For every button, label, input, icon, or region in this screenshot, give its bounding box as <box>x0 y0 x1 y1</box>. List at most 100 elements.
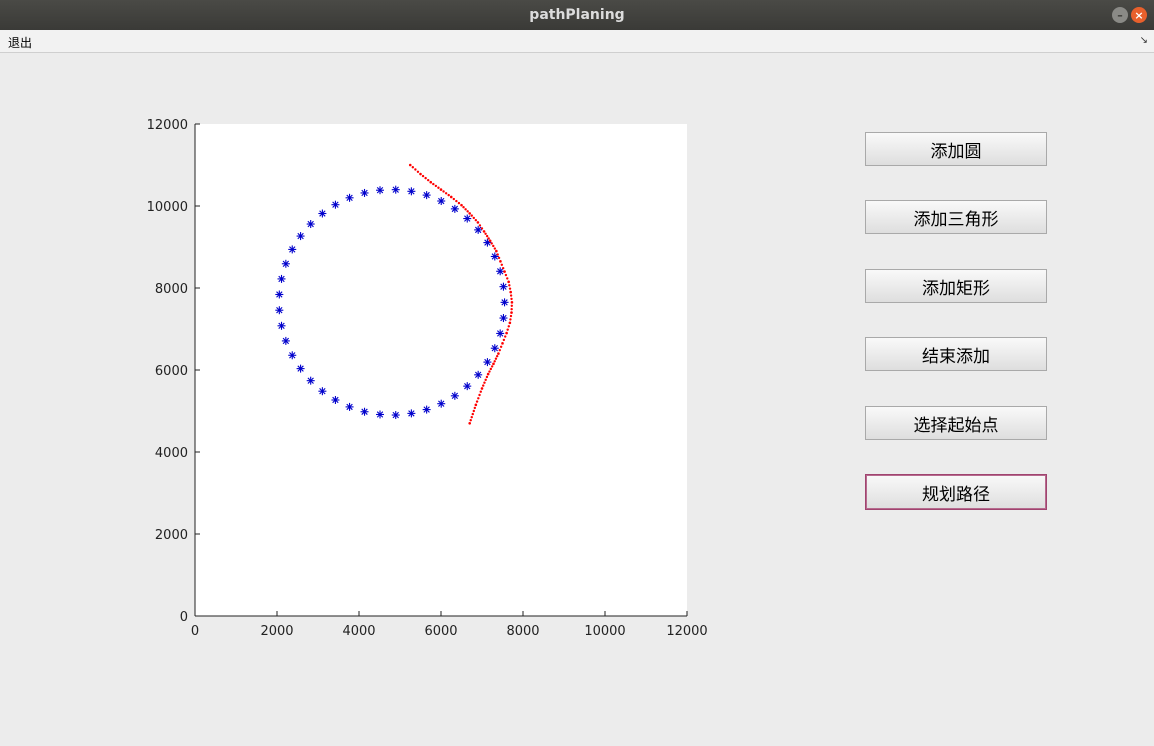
path-point <box>426 178 430 182</box>
y-tick-label: 4000 <box>155 446 188 461</box>
x-tick-label: 2000 <box>260 624 293 639</box>
obstacle-point <box>450 391 459 400</box>
path-point <box>500 263 504 266</box>
obstacle-point <box>496 329 505 338</box>
path-point <box>498 348 501 352</box>
path-point <box>472 409 475 413</box>
path-point <box>478 224 482 227</box>
path-point <box>509 314 513 318</box>
obstacle-point <box>281 336 290 345</box>
path-point <box>455 199 458 203</box>
obstacle-point <box>463 382 472 391</box>
path-point <box>484 232 487 235</box>
path-point <box>510 307 513 311</box>
path-point <box>474 403 478 407</box>
select-start-point-button[interactable]: 选择起始点 <box>865 406 1047 440</box>
path-point <box>480 227 484 230</box>
obstacle-point <box>318 209 327 218</box>
obstacle-point <box>296 232 305 241</box>
path-point <box>493 360 496 363</box>
x-tick-label: 0 <box>191 624 199 639</box>
obstacle-point <box>463 214 472 223</box>
x-tick-label: 10000 <box>584 624 625 639</box>
x-tick-label: 6000 <box>424 624 457 639</box>
obstacle-point <box>437 197 446 206</box>
path-point <box>488 239 492 243</box>
path-point <box>411 166 415 169</box>
obstacle-point <box>500 298 509 307</box>
path-point <box>509 318 512 321</box>
path-point <box>509 294 513 297</box>
path-point <box>470 415 473 419</box>
path-point <box>475 400 479 403</box>
obstacle-point <box>288 351 297 360</box>
path-point <box>457 201 461 205</box>
obstacle-point <box>275 290 284 299</box>
path-point <box>492 362 495 366</box>
path-point <box>416 170 420 173</box>
path-point <box>437 186 440 189</box>
path-point <box>429 180 433 184</box>
obstacle-point <box>288 245 297 254</box>
path-point <box>484 378 487 382</box>
path-point <box>464 208 467 211</box>
path-point <box>414 168 417 171</box>
path-point <box>469 419 472 422</box>
path-point <box>468 212 472 215</box>
path-point <box>479 390 482 393</box>
path-point <box>495 354 499 358</box>
finish-adding-button[interactable]: 结束添加 <box>865 337 1047 371</box>
path-point <box>496 253 499 256</box>
path-point <box>490 365 494 368</box>
path-point <box>432 182 435 186</box>
path-point <box>506 328 509 331</box>
add-circle-button[interactable]: 添加圆 <box>865 132 1047 166</box>
y-tick-label: 2000 <box>155 528 188 543</box>
path-point <box>408 163 412 167</box>
obstacle-point <box>391 411 400 420</box>
path-point <box>462 206 465 209</box>
x-tick-label: 4000 <box>342 624 375 639</box>
path-point <box>509 290 512 294</box>
add-rectangle-button[interactable]: 添加矩形 <box>865 269 1047 303</box>
y-tick-label: 6000 <box>155 364 188 379</box>
obstacle-point <box>407 187 416 196</box>
x-tick-label: 8000 <box>506 624 539 639</box>
path-point <box>501 266 505 270</box>
path-point <box>503 270 506 273</box>
path-point <box>472 216 475 220</box>
path-point <box>495 249 498 253</box>
path-point <box>482 384 485 387</box>
plan-path-button[interactable]: 规划路径 <box>865 474 1047 510</box>
obstacle-point <box>474 370 483 379</box>
obstacle-point <box>275 306 284 315</box>
path-point <box>490 242 493 245</box>
path-point <box>488 370 491 373</box>
path-point <box>510 311 513 314</box>
path-point <box>421 174 425 178</box>
path-point <box>499 260 502 263</box>
obstacle-point <box>499 282 508 291</box>
path-point <box>501 342 504 345</box>
add-triangle-button[interactable]: 添加三角形 <box>865 200 1047 234</box>
path-point <box>452 197 456 201</box>
path-point <box>508 284 511 287</box>
obstacle-point <box>422 191 431 200</box>
path-point <box>483 381 486 384</box>
obstacle-point <box>331 395 340 404</box>
path-point <box>470 214 473 217</box>
path-point <box>510 304 513 307</box>
path-point <box>471 412 474 416</box>
obstacle-point <box>391 185 400 194</box>
y-tick-label: 8000 <box>155 282 188 297</box>
obstacle-point <box>318 387 327 396</box>
obstacle-point <box>345 402 354 411</box>
obstacle-point <box>437 399 446 408</box>
obstacle-point <box>281 259 290 268</box>
path-point <box>434 184 438 188</box>
obstacle-point <box>483 358 492 367</box>
obstacle-point <box>277 274 286 283</box>
path-point <box>499 345 503 348</box>
path-point <box>504 335 507 338</box>
path-point <box>494 357 498 360</box>
